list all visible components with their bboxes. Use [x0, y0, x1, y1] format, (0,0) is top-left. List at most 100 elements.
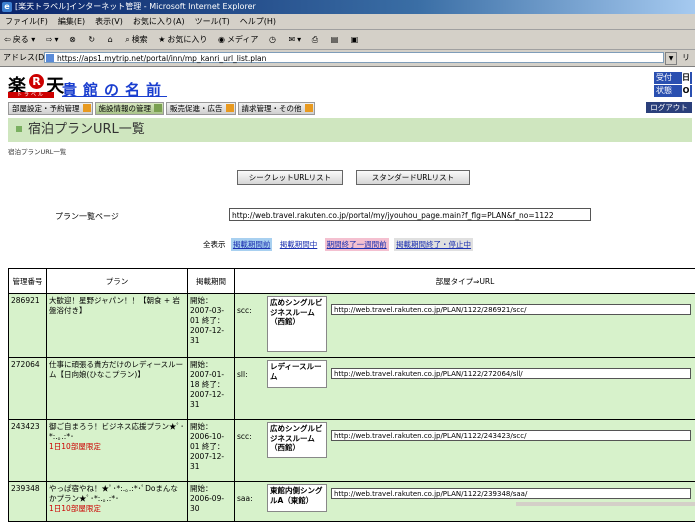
media-icon: ◉ — [218, 35, 225, 44]
media-button[interactable]: ◉メディア — [214, 30, 262, 49]
plan-limit: 1日10部屋限定 — [49, 504, 101, 513]
stop-icon: ⊗ — [69, 35, 76, 44]
menu-edit[interactable]: 編集(E) — [53, 14, 90, 29]
favorites-icon: ★ — [158, 35, 165, 44]
mail-button[interactable]: ✉▾ — [284, 30, 305, 49]
breadcrumb: 宿泊プランURL一覧 — [8, 146, 66, 156]
plan-period: 開始：2007-01-18 終了：2007-12-31 — [188, 358, 235, 420]
status-row-state: 状態O — [654, 85, 692, 98]
plan-url-table: 管理番号 プラン 掲載期間 部屋タイプ⇒URL 286921 大歓迎！星野ジャパ… — [8, 268, 695, 522]
print-button[interactable]: ⎙ — [308, 30, 324, 49]
history-button[interactable]: ◷ — [265, 30, 282, 49]
room-code: scc: — [237, 432, 265, 442]
room-url-cell: scc:広めシングルビジネスルーム（西館） http://web.travel.r… — [235, 420, 695, 482]
hotel-name: 貴館の名前 — [62, 79, 167, 100]
back-button[interactable]: ⇦戻る ▾ — [0, 30, 39, 49]
status-box: 受付日 状態O — [654, 72, 692, 97]
nav-reservations[interactable]: 部屋設定・予約管理 — [8, 102, 93, 115]
page-icon — [46, 54, 54, 62]
menu-favorites[interactable]: お気に入り(A) — [128, 14, 190, 29]
table-row: 286921 大歓迎！星野ジャパン！！【朝食 + 岩盤浴付き】 開始：2007-… — [9, 294, 695, 358]
plan-limit: 1日10部屋限定 — [49, 442, 101, 451]
standard-url-list-button[interactable]: スタンダードURLリスト — [356, 170, 470, 185]
logo-subtitle: トラベル — [8, 92, 54, 98]
room-type-name: 広めシングルビジネスルーム（西館） — [267, 422, 327, 458]
window-title-bar: e[楽天トラベル]インターネット管理 - Microsoft Internet … — [0, 0, 695, 14]
ie-icon: e — [2, 2, 12, 12]
home-button[interactable]: ⌂ — [104, 30, 119, 49]
stop-button[interactable]: ⊗ — [65, 30, 82, 49]
room-code: sll: — [237, 370, 265, 380]
table-row: 243423 御ご自まろう！ビジネス応援プラン★ﾟ･*:.｡.:*･1日10部屋… — [9, 420, 695, 482]
plan-cell: 大歓迎！星野ジャパン！！【朝食 + 岩盤浴付き】 — [47, 294, 188, 358]
forward-button[interactable]: ⇨▾ — [42, 30, 63, 49]
nav-arrow-icon — [83, 104, 91, 112]
history-icon: ◷ — [269, 35, 276, 44]
address-dropdown-button[interactable]: ▼ — [665, 52, 677, 65]
room-type-name: 東館内側シングルA（東館） — [267, 484, 327, 512]
plan-list-url-field[interactable]: http://web.travel.rakuten.co.jp/portal/m… — [229, 208, 591, 221]
plan-cell: やっぱ宿やね！★ﾟ･*:.｡.:*･ﾟDoまんなかプラン★ﾟ･*:.｡.:*･1… — [47, 482, 188, 522]
discuss-icon: ▣ — [351, 35, 359, 44]
status-row-reception: 受付日 — [654, 72, 692, 85]
room-url-cell: sll:レディースルーム http://web.travel.rakuten.co… — [235, 358, 695, 420]
filter-before-period[interactable]: 掲載期間前 — [231, 238, 273, 251]
filter-in-period[interactable]: 掲載期間中 — [278, 238, 320, 251]
menu-view[interactable]: 表示(V) — [90, 14, 128, 29]
menu-bar: ファイル(F)編集(E)表示(V)お気に入り(A)ツール(T)ヘルプ(H) — [0, 14, 695, 30]
filter-week-before-end[interactable]: 期間終了一週間前 — [325, 238, 389, 251]
room-url-field[interactable]: http://web.travel.rakuten.co.jp/PLAN/112… — [331, 488, 691, 499]
links-label[interactable]: リ — [682, 52, 690, 64]
filter-ended-stopped[interactable]: 掲載期間終了・停止中 — [394, 238, 473, 251]
plan-cell: 仕事に頑張る貴方だけのレディースルーム【日向娘(ひなこプラン)】 — [47, 358, 188, 420]
filter-bar: 全表示 掲載期間前 掲載期間中 期間終了一週間前 掲載期間終了・停止中 — [203, 238, 473, 251]
room-code: saa: — [237, 494, 265, 504]
edit-button[interactable]: ▤ — [327, 30, 345, 49]
room-code: scc: — [237, 306, 265, 316]
plan-id: 239348 — [9, 482, 47, 522]
plan-name: やっぱ宿やね！★ﾟ･*:.｡.:*･ﾟDoまんなかプラン★ﾟ･*:.｡.:*･ — [49, 484, 178, 503]
plan-name: 仕事に頑張る貴方だけのレディースルーム【日向娘(ひなこプラン)】 — [49, 360, 183, 379]
title-bullet-icon — [16, 126, 22, 132]
logout-button[interactable]: ログアウト — [646, 102, 692, 113]
menu-tools[interactable]: ツール(T) — [190, 14, 235, 29]
table-header-row: 管理番号 プラン 掲載期間 部屋タイプ⇒URL — [9, 269, 695, 294]
forward-arrow-icon: ⇨ — [46, 35, 53, 44]
plan-period: 開始：2006-10-01 終了：2007-12-31 — [188, 420, 235, 482]
menu-help[interactable]: ヘルプ(H) — [235, 14, 281, 29]
home-icon: ⌂ — [108, 35, 113, 44]
plan-cell: 御ご自まろう！ビジネス応援プラン★ﾟ･*:.｡.:*･1日10部屋限定 — [47, 420, 188, 482]
plan-id: 286921 — [9, 294, 47, 358]
room-url-field[interactable]: http://web.travel.rakuten.co.jp/PLAN/112… — [331, 304, 691, 315]
nav-arrow-icon — [226, 104, 234, 112]
favorites-button[interactable]: ★お気に入り — [154, 30, 211, 49]
nav-promotion[interactable]: 販売促進・広告 — [166, 102, 236, 115]
plan-id: 272064 — [9, 358, 47, 420]
edit-icon: ▤ — [331, 35, 339, 44]
room-url-field[interactable]: http://web.travel.rakuten.co.jp/PLAN/112… — [331, 368, 691, 379]
main-nav: 部屋設定・予約管理施設情報の管理販売促進・広告請求管理・その他 — [8, 102, 317, 115]
nav-facility-info[interactable]: 施設情報の管理 — [95, 102, 165, 115]
status-bar — [516, 502, 695, 506]
plan-name: 御ご自まろう！ビジネス応援プラン★ﾟ･*:.｡.:*･ — [49, 422, 184, 441]
rakuten-r-mark: R — [29, 74, 44, 89]
window-title: [楽天トラベル]インターネット管理 - Microsoft Internet E… — [15, 2, 256, 11]
menu-file[interactable]: ファイル(F) — [0, 14, 53, 29]
browser-toolbar: ⇦戻る ▾ ⇨▾ ⊗ ↻ ⌂ ⌕検索 ★お気に入り ◉メディア ◷ ✉▾ ⎙ ▤… — [0, 30, 695, 50]
refresh-icon: ↻ — [88, 35, 95, 44]
table-row: 272064 仕事に頑張る貴方だけのレディースルーム【日向娘(ひなこプラン)】 … — [9, 358, 695, 420]
room-url-field[interactable]: http://web.travel.rakuten.co.jp/PLAN/112… — [331, 430, 691, 441]
discuss-button[interactable]: ▣ — [347, 30, 365, 49]
nav-arrow-icon — [305, 104, 313, 112]
col-header-period: 掲載期間 — [188, 269, 235, 294]
search-button[interactable]: ⌕検索 — [121, 30, 151, 49]
nav-billing[interactable]: 請求管理・その他 — [238, 102, 315, 115]
secret-url-list-button[interactable]: シークレットURLリスト — [237, 170, 343, 185]
room-type-name: レディースルーム — [267, 360, 327, 388]
refresh-button[interactable]: ↻ — [84, 30, 101, 49]
search-icon: ⌕ — [125, 35, 129, 44]
room-type-name: 広めシングルビジネスルーム（西館） — [267, 296, 327, 352]
print-icon: ⎙ — [312, 35, 318, 44]
address-label: アドレス(D) — [3, 52, 47, 64]
address-input[interactable]: https://aps1.mytrip.net/portal/inn/mp_ka… — [44, 52, 664, 63]
